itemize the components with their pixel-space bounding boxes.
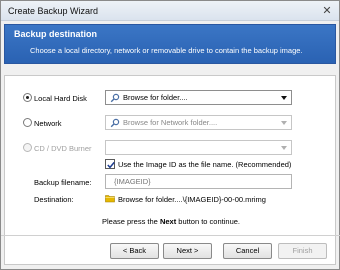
close-icon[interactable]: ✕ xyxy=(321,5,333,17)
backup-filename-field-box xyxy=(105,174,292,189)
destination-label: Destination: xyxy=(34,195,74,204)
cd-dvd-radio[interactable] xyxy=(23,143,32,152)
hint-next-word: Next xyxy=(159,217,177,226)
network-label[interactable]: Network xyxy=(34,119,62,128)
folder-icon xyxy=(105,195,115,203)
use-image-id-checkbox[interactable] xyxy=(105,159,115,169)
browse-network-icon xyxy=(110,118,120,128)
checkmark-icon xyxy=(107,161,115,169)
step-description: Choose a local directory, network or rem… xyxy=(30,46,303,55)
local-hard-disk-radio[interactable] xyxy=(23,93,32,102)
cd-dvd-combo[interactable] xyxy=(105,140,292,155)
chevron-down-icon[interactable] xyxy=(281,121,287,125)
backup-filename-label: Backup filename: xyxy=(34,178,92,187)
cd-dvd-label[interactable]: CD / DVD Burner xyxy=(34,144,92,153)
step-title: Backup destination xyxy=(14,29,98,39)
back-button[interactable]: < Back xyxy=(110,243,159,259)
title-bar[interactable]: Create Backup Wizard ✕ xyxy=(1,1,339,21)
finish-button[interactable]: Finish xyxy=(278,243,327,259)
button-bar-divider xyxy=(1,235,340,236)
wizard-window: Create Backup Wizard ✕ Backup destinatio… xyxy=(0,0,340,270)
step-banner: Backup destination Choose a local direct… xyxy=(4,24,336,64)
local-hard-disk-label[interactable]: Local Hard Disk xyxy=(34,94,87,103)
local-folder-combo[interactable]: Browse for folder.... xyxy=(105,90,292,105)
backup-filename-input[interactable] xyxy=(106,175,291,188)
network-folder-combo[interactable]: Browse for Network folder.... xyxy=(105,115,292,130)
next-button[interactable]: Next > xyxy=(163,243,212,259)
network-radio[interactable] xyxy=(23,118,32,127)
chevron-down-icon[interactable] xyxy=(281,146,287,150)
use-image-id-label[interactable]: Use the Image ID as the file name. (Reco… xyxy=(118,160,291,169)
continue-hint: Please press the Next button to continue… xyxy=(1,217,340,226)
browse-folder-icon xyxy=(110,93,120,103)
hint-prefix: Please press the xyxy=(101,217,160,226)
chevron-down-icon[interactable] xyxy=(281,96,287,100)
hint-suffix: button to continue. xyxy=(176,217,241,226)
window-title: Create Backup Wizard xyxy=(8,6,99,16)
network-folder-value: Browse for Network folder.... xyxy=(123,118,218,127)
local-folder-value: Browse for folder.... xyxy=(123,93,188,102)
destination-path: Browse for folder....\{IMAGEID}-00-00.mr… xyxy=(118,195,266,204)
cancel-button[interactable]: Cancel xyxy=(223,243,272,259)
